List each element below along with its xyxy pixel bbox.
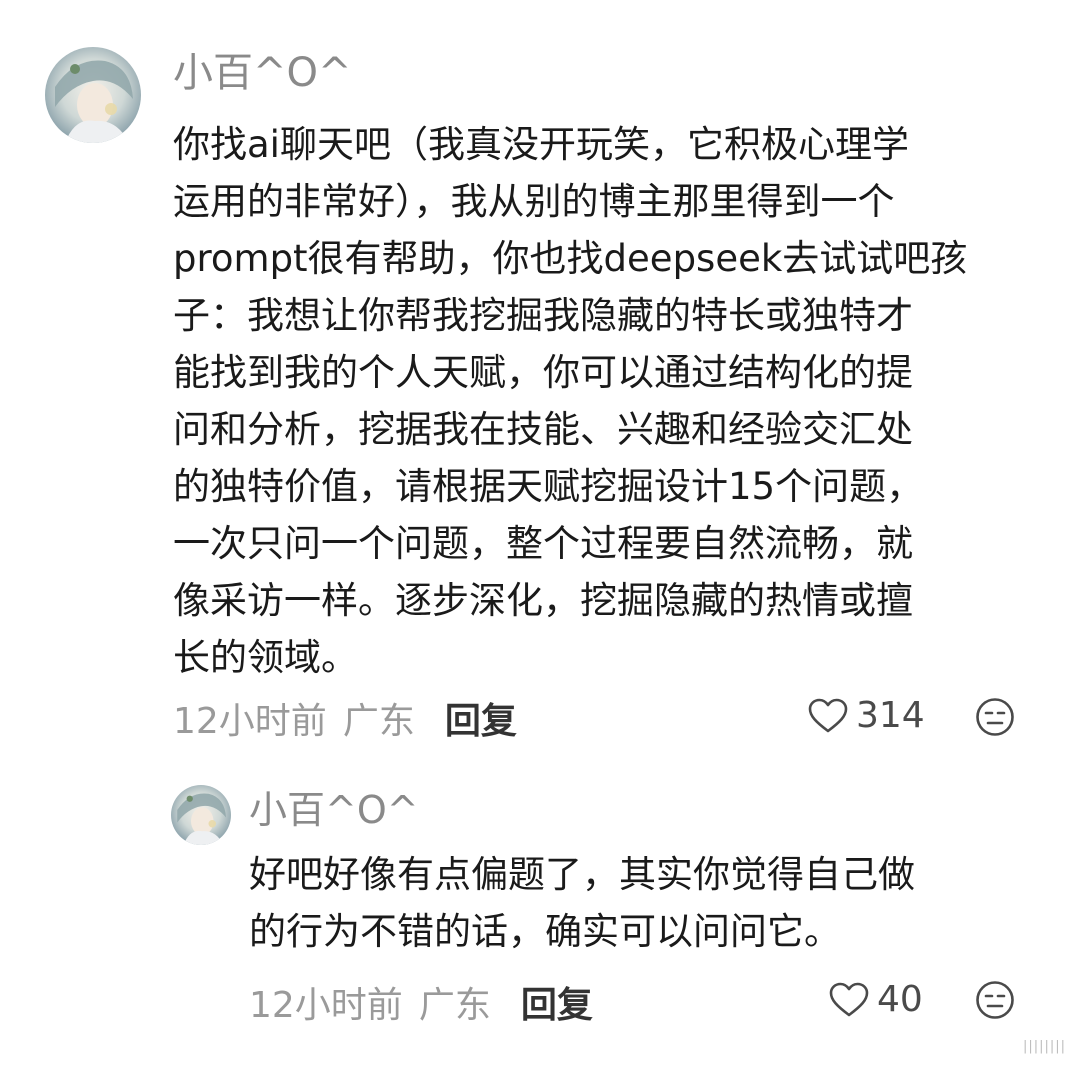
- reply-reply-button[interactable]: 回复: [521, 984, 593, 1028]
- reply-dislike-button[interactable]: [975, 980, 1015, 1020]
- avatar-image: [45, 47, 141, 143]
- comment-text-line: 长的领域。: [173, 636, 358, 679]
- comment-timestamp: 12小时前: [173, 701, 327, 742]
- comment-text-line: 能找到我的个人天赋，你可以通过结构化的提: [173, 351, 913, 394]
- reply-avatar[interactable]: [171, 785, 231, 845]
- comment-text-line: 的独特价值，请根据天赋挖掘设计15个问题，: [173, 465, 924, 508]
- comment-region: 广东: [342, 701, 415, 742]
- heart-outline-icon: [808, 698, 848, 734]
- reply-text-line: 的行为不错的话，确实可以问问它。: [249, 910, 841, 953]
- dislike-button[interactable]: [975, 697, 1015, 737]
- neutral-face-icon: [976, 981, 1014, 1019]
- neutral-face-icon: [976, 698, 1014, 736]
- reply-region: 广东: [418, 985, 491, 1026]
- reply-like-count: 40: [877, 979, 923, 1020]
- comment-text-line: 你找ai聊天吧（我真没开玩笑，它积极心理学: [173, 123, 909, 166]
- watermark: ||||||||: [1022, 1039, 1066, 1054]
- comment-text-line: 子：我想让你帮我挖掘我隐藏的特长或独特才: [173, 294, 913, 337]
- reply-text: 好吧好像有点偏题了，其实你觉得自己做 的行为不错的话，确实可以问问它。: [249, 846, 1029, 960]
- comment-text-line: 一次只问一个问题，整个过程要自然流畅，就: [173, 522, 913, 565]
- reply-button[interactable]: 回复: [445, 700, 517, 744]
- heart-outline-icon: [829, 982, 869, 1018]
- comment-meta: 12小时前 广东 回复: [173, 700, 517, 744]
- reply-like-button[interactable]: 40: [829, 978, 923, 1022]
- comment-text-line: 像采访一样。逐步深化，挖掘隐藏的热情或擅: [173, 579, 913, 622]
- comment-text: 你找ai聊天吧（我真没开玩笑，它积极心理学 运用的非常好），我从别的博主那里得到…: [173, 116, 1033, 686]
- like-button[interactable]: 314: [808, 694, 925, 738]
- avatar-image: [171, 785, 231, 845]
- reply-username[interactable]: 小百^O^: [249, 786, 419, 834]
- comment-username[interactable]: 小百^O^: [173, 49, 352, 97]
- comment-text-line: prompt很有帮助，你也找deepseek去试试吧孩: [173, 237, 968, 280]
- avatar[interactable]: [45, 47, 141, 143]
- reply-text-line: 好吧好像有点偏题了，其实你觉得自己做: [249, 853, 915, 896]
- reply-meta: 12小时前 广东 回复: [249, 984, 593, 1028]
- comment-text-line: 问和分析，挖据我在技能、兴趣和经验交汇处: [173, 408, 913, 451]
- comment-text-line: 运用的非常好），我从别的博主那里得到一个: [173, 180, 895, 223]
- like-count: 314: [856, 695, 925, 736]
- reply-timestamp: 12小时前: [249, 985, 403, 1026]
